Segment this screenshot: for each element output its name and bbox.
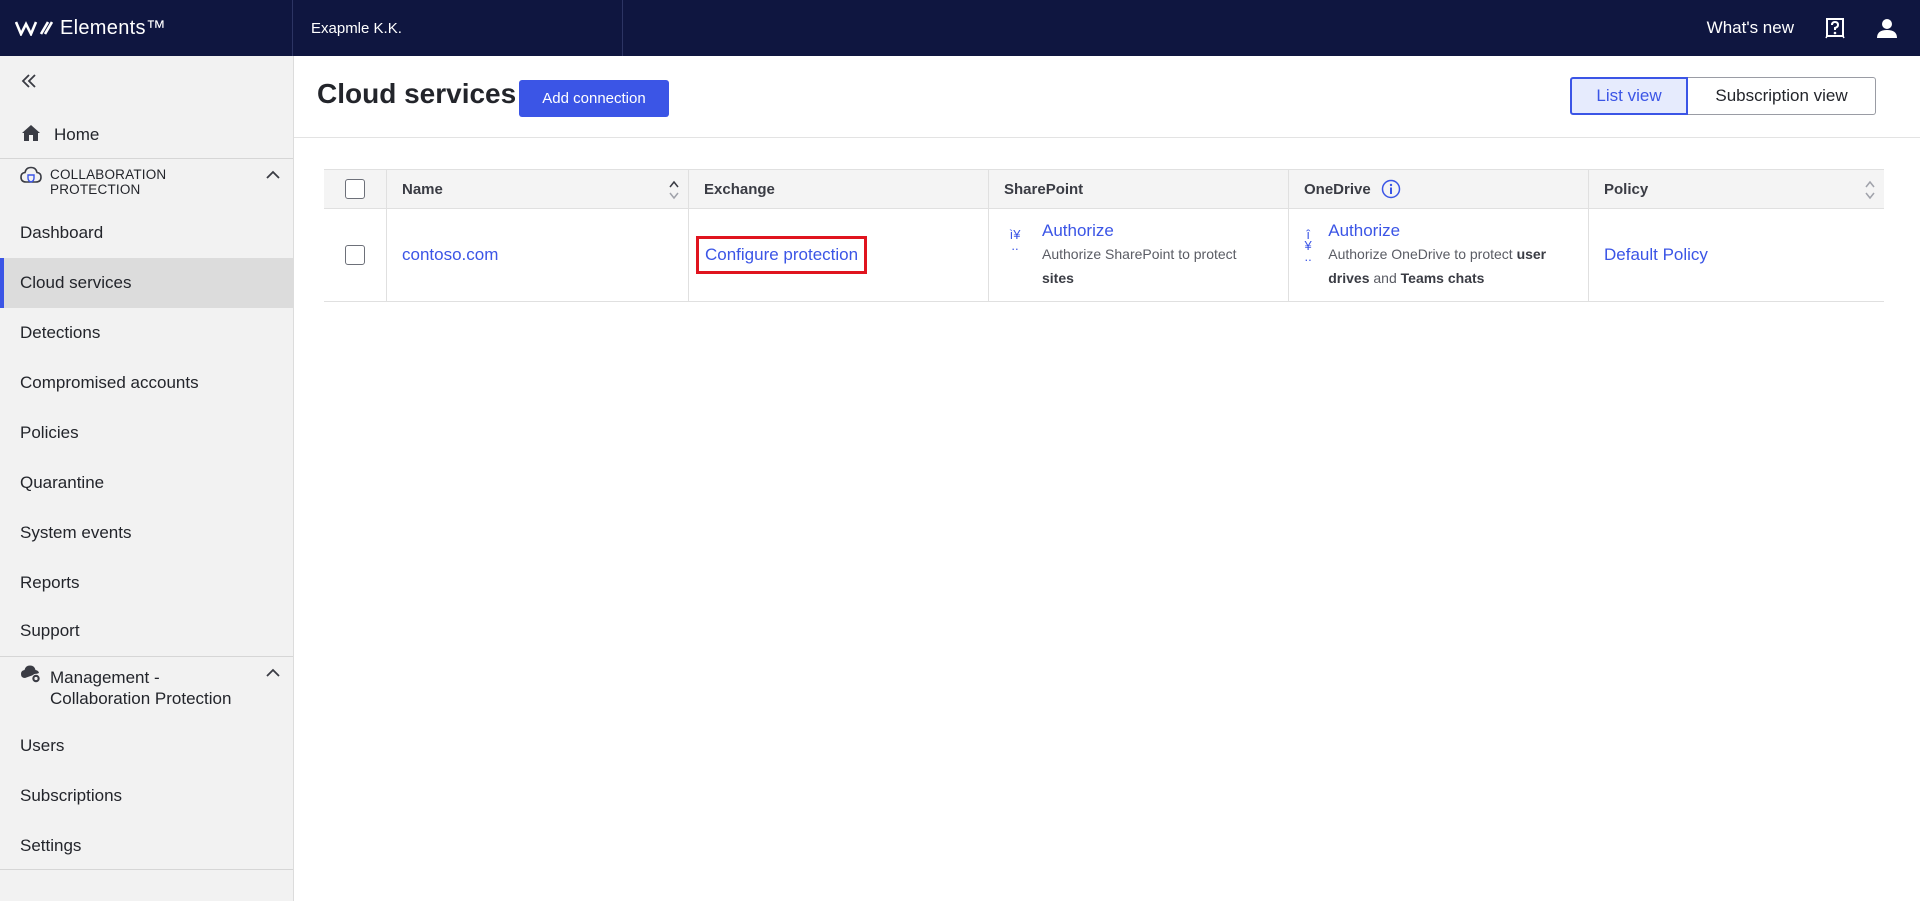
sidebar-item-compromised-accounts[interactable]: Compromised accounts xyxy=(0,358,293,408)
section-collaboration-protection[interactable]: COLLABORATION PROTECTION xyxy=(0,158,293,208)
row-checkbox[interactable] xyxy=(345,245,365,265)
select-all-checkbox[interactable] xyxy=(345,179,365,199)
sidebar-item-users[interactable]: Users xyxy=(0,721,293,771)
sharepoint-glyph: ì¥ .. xyxy=(1009,226,1021,253)
sidebar-item-quarantine[interactable]: Quarantine xyxy=(0,458,293,508)
configure-protection-link[interactable]: Configure protection xyxy=(705,245,858,264)
onedrive-authorize-text: Authorize Authorize OneDrive to protect … xyxy=(1328,221,1588,290)
page-header: Cloud services Add connection List view … xyxy=(294,56,1920,138)
list-view-button[interactable]: List view xyxy=(1570,77,1688,115)
home-icon xyxy=(20,122,42,149)
column-header-sharepoint: SharePoint xyxy=(989,170,1289,208)
column-header-onedrive: OneDrive xyxy=(1289,170,1589,208)
info-icon[interactable] xyxy=(1381,179,1401,199)
sort-icon[interactable] xyxy=(668,178,680,202)
sidebar-item-label: Home xyxy=(54,125,100,144)
brand-logo-icon xyxy=(15,20,53,36)
column-header-exchange: Exchange xyxy=(689,170,989,208)
sort-icon[interactable] xyxy=(1864,178,1876,202)
sharepoint-authorize-link[interactable]: Authorize xyxy=(1042,221,1237,241)
cloud-services-table: Name Exchange SharePoint OneDrive Policy… xyxy=(324,169,1884,302)
page-title: Cloud services xyxy=(317,78,517,109)
onedrive-cell: î ¥ .. Authorize Authorize OneDrive to p… xyxy=(1289,209,1589,301)
exchange-cell: Configure protection xyxy=(689,209,989,301)
brand-logo: Elements™ xyxy=(15,17,166,40)
column-header-name[interactable]: Name xyxy=(387,170,689,208)
section-label: COLLABORATION PROTECTION xyxy=(50,167,167,197)
header-select-cell xyxy=(324,170,387,208)
highlight-box: Configure protection xyxy=(696,236,868,274)
chevron-up-icon[interactable] xyxy=(265,167,281,183)
row-select-cell xyxy=(324,209,387,301)
onedrive-description: Authorize OneDrive to protect user drive… xyxy=(1328,245,1547,286)
section-management[interactable]: Management - Collaboration Protection xyxy=(0,656,293,712)
help-icon[interactable] xyxy=(1824,17,1846,39)
main-content: Cloud services Add connection List view … xyxy=(294,56,1920,901)
cloud-shield-icon xyxy=(20,165,42,187)
connection-name-link[interactable]: contoso.com xyxy=(402,245,498,265)
sidebar-item-reports[interactable]: Reports xyxy=(0,558,293,608)
cloud-gear-icon xyxy=(20,663,42,685)
onedrive-authorize: î ¥ .. Authorize Authorize OneDrive to p… xyxy=(1304,221,1588,290)
whats-new-link[interactable]: What's new xyxy=(1707,18,1794,38)
top-bar: Elements™ Exapmle K.K. What's new xyxy=(0,0,1920,56)
sidebar-item-system-events[interactable]: System events xyxy=(0,508,293,558)
brand[interactable]: Elements™ xyxy=(0,0,293,56)
subscription-view-button[interactable]: Subscription view xyxy=(1688,77,1876,115)
policy-link[interactable]: Default Policy xyxy=(1604,245,1708,265)
name-cell: contoso.com xyxy=(387,209,689,301)
organization-name[interactable]: Exapmle K.K. xyxy=(293,0,623,56)
chevron-up-icon[interactable] xyxy=(265,665,281,681)
view-toggle: List view Subscription view xyxy=(1570,77,1876,115)
sidebar-item-dashboard[interactable]: Dashboard xyxy=(0,208,293,258)
sidebar: Home COLLABORATION PROTECTION Dashboard … xyxy=(0,56,294,901)
table-row: contoso.com Configure protection ì¥ .. A… xyxy=(324,209,1884,302)
sidebar-item-support[interactable]: Support xyxy=(0,606,293,656)
onedrive-authorize-link[interactable]: Authorize xyxy=(1328,221,1588,241)
top-right-actions: What's new xyxy=(1707,0,1920,56)
sidebar-item-policies[interactable]: Policies xyxy=(0,408,293,458)
section-label: Management - Collaboration Protection xyxy=(50,668,232,708)
add-connection-button[interactable]: Add connection xyxy=(519,80,669,117)
table-header: Name Exchange SharePoint OneDrive Policy xyxy=(324,169,1884,209)
double-chevron-left-icon[interactable] xyxy=(18,70,40,92)
sidebar-divider xyxy=(0,869,293,870)
brand-name: Elements™ xyxy=(60,16,167,39)
sharepoint-description: Authorize SharePoint to protect sites xyxy=(1042,245,1237,286)
sharepoint-authorize-text: Authorize Authorize SharePoint to protec… xyxy=(1042,221,1237,290)
sidebar-item-home[interactable]: Home xyxy=(0,114,293,156)
sharepoint-cell: ì¥ .. Authorize Authorize SharePoint to … xyxy=(989,209,1289,301)
sidebar-item-cloud-services[interactable]: Cloud services xyxy=(0,258,293,308)
sidebar-item-detections[interactable]: Detections xyxy=(0,308,293,358)
onedrive-glyph: î ¥ .. xyxy=(1304,226,1312,264)
sidebar-item-subscriptions[interactable]: Subscriptions xyxy=(0,771,293,821)
sidebar-item-settings[interactable]: Settings xyxy=(0,821,293,871)
sharepoint-authorize: ì¥ .. Authorize Authorize SharePoint to … xyxy=(1004,221,1237,290)
user-icon[interactable] xyxy=(1876,17,1898,39)
policy-cell: Default Policy xyxy=(1589,209,1884,301)
column-header-policy[interactable]: Policy xyxy=(1589,170,1884,208)
